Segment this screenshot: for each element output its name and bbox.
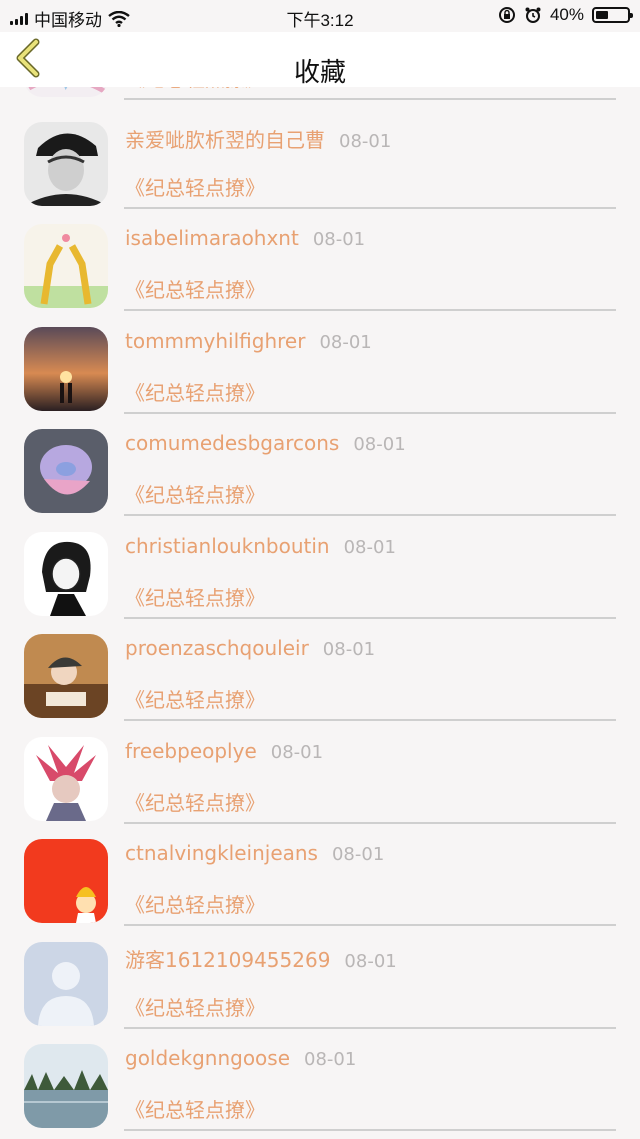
item-date: 08-01 xyxy=(343,537,396,558)
list-item[interactable]: ctnalvingkleinjeans 08-01 《纪总轻点撩》 xyxy=(0,831,640,934)
book-title: 《纪总轻点撩》 xyxy=(125,893,265,917)
book-title: 《纪总轻点撩》 xyxy=(125,791,265,815)
avatar xyxy=(24,942,108,1026)
divider xyxy=(124,1129,616,1131)
divider xyxy=(124,617,616,619)
book-title: 《纪总轻点撩》 xyxy=(125,381,265,405)
list-item[interactable]: isabelimaraohxnt 08-01 《纪总轻点撩》 xyxy=(0,216,640,319)
list-item[interactable]: freebpeoplye 08-01 《纪总轻点撩》 xyxy=(0,729,640,832)
user-name: proenzaschqouleir 08-01 xyxy=(125,636,376,660)
item-date: 08-01 xyxy=(322,639,376,660)
book-title: 《纪总轻点撩》 xyxy=(125,278,265,302)
avatar xyxy=(24,634,108,718)
avatar xyxy=(24,532,108,616)
divider xyxy=(124,1027,616,1029)
divider xyxy=(124,719,616,721)
list-item[interactable]: tommmyhilfighrer 08-01 《纪总轻点撩》 xyxy=(0,319,640,422)
book-title: 《纪总轻点撩》 xyxy=(125,996,265,1020)
divider xyxy=(124,98,616,100)
list-item[interactable]: christianlouknboutin 08-01 《纪总轻点撩》 xyxy=(0,524,640,627)
item-date: 08-01 xyxy=(270,742,324,763)
avatar xyxy=(24,1044,108,1128)
item-date: 08-01 xyxy=(339,131,392,152)
divider xyxy=(124,207,616,209)
orientation-lock-icon xyxy=(498,7,515,23)
book-title: 《纪总轻点撩》 xyxy=(125,586,265,610)
avatar xyxy=(24,224,108,308)
user-name: goldekgnngoose 08-01 xyxy=(125,1046,357,1070)
avatar xyxy=(24,327,108,411)
item-date: 08-01 xyxy=(353,434,406,455)
avatar xyxy=(24,839,108,923)
divider xyxy=(124,924,616,926)
page-title: 收藏 xyxy=(293,58,346,88)
divider xyxy=(124,412,616,414)
status-bar: 中国移动 下午3:12 40% xyxy=(0,0,640,32)
status-right: 40% xyxy=(498,5,633,25)
divider xyxy=(124,309,616,311)
list-item[interactable]: proenzaschqouleir 08-01 《纪总轻点撩》 xyxy=(0,626,640,729)
book-title: 《纪总轻点撩》 xyxy=(125,176,265,200)
user-name: tommmyhilfighrer 08-01 xyxy=(125,329,372,353)
avatar xyxy=(24,429,108,513)
book-title: 《纪总轻点撩》 xyxy=(125,1098,265,1122)
divider xyxy=(124,514,616,516)
battery-percent: 40% xyxy=(549,5,584,24)
list-item[interactable]: comumedesbgarcons 08-01 《纪总轻点撩》 xyxy=(0,421,640,524)
avatar xyxy=(24,122,108,206)
user-name: ctnalvingkleinjeans 08-01 xyxy=(125,841,385,865)
item-date: 08-01 xyxy=(344,951,397,972)
item-date: 08-01 xyxy=(312,229,366,250)
item-date: 08-01 xyxy=(331,844,385,865)
user-name: freebpeoplye 08-01 xyxy=(125,739,324,763)
list-item[interactable]: 游客1612109455269 08-01 《纪总轻点撩》 xyxy=(0,934,640,1037)
alarm-icon xyxy=(525,7,541,23)
nav-bar: 收藏 xyxy=(0,32,640,88)
battery-icon xyxy=(592,7,633,23)
list-item[interactable]: goldekgnngoose 08-01 《纪总轻点撩》 xyxy=(0,1036,640,1139)
item-date: 08-01 xyxy=(304,1049,357,1070)
divider xyxy=(124,822,616,824)
book-title: 《纪总轻点撩》 xyxy=(125,483,265,507)
user-name: 游客1612109455269 08-01 xyxy=(125,948,397,972)
book-title: 《纪总轻点撩》 xyxy=(125,688,265,712)
user-name: comumedesbgarcons 08-01 xyxy=(125,431,406,455)
user-name: isabelimaraohxnt 08-01 xyxy=(125,226,366,250)
user-name: 亲爱呲肷析翌的自己曹 08-01 xyxy=(125,128,392,152)
item-date: 08-01 xyxy=(319,332,372,353)
avatar xyxy=(24,737,108,821)
user-name: christianlouknboutin 08-01 xyxy=(125,534,396,558)
list-item[interactable]: 亲爱呲肷析翌的自己曹 08-01 《纪总轻点撩》 xyxy=(0,114,640,217)
